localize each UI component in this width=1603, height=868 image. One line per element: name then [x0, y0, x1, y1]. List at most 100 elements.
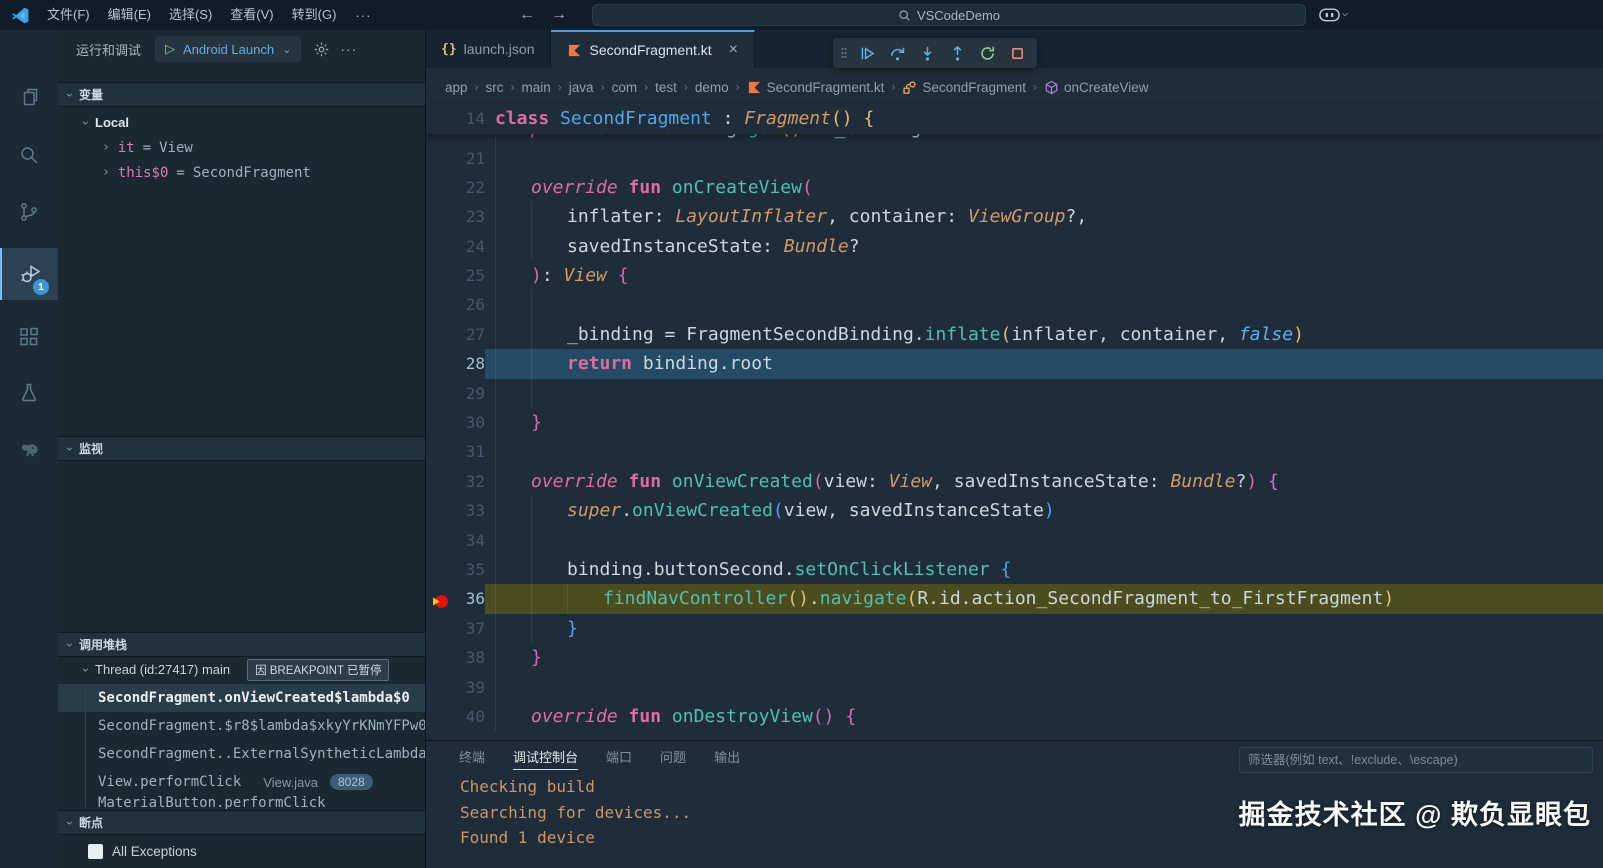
menu-more-button[interactable]: ··· — [345, 8, 381, 23]
console-filter-input[interactable] — [1239, 747, 1593, 773]
watch-section-header[interactable]: › 监视 — [58, 436, 425, 461]
code-line: private val binding get() = _binding!! — [425, 134, 1603, 143]
breadcrumb-item-src[interactable]: src — [486, 80, 504, 95]
panel-tab-端口[interactable]: 端口 — [606, 747, 632, 769]
tab-launch-json[interactable]: {} launch.json — [425, 30, 552, 68]
command-center-search[interactable]: VSCodeDemo — [592, 4, 1306, 26]
debug-restart-button[interactable] — [975, 40, 1000, 66]
menu-item-3[interactable]: 查看(V) — [221, 0, 282, 30]
copilot-button[interactable]: › — [1318, 5, 1354, 23]
line-number: 38 — [465, 648, 485, 668]
breadcrumb-item-app[interactable]: app — [445, 80, 468, 95]
line-content: ): View { — [485, 261, 1603, 291]
breadcrumb-item-oncreateview[interactable]: onCreateView — [1044, 80, 1149, 95]
class-icon — [902, 80, 917, 95]
panel-tab-输出[interactable]: 输出 — [714, 747, 740, 769]
variables-section-header[interactable]: › 变量 — [58, 82, 425, 107]
titlebar: 文件(F) 编辑(E) 选择(S) 查看(V) 转到(G) ··· ← → VSCode… — [0, 0, 1603, 30]
checkbox-unchecked[interactable] — [88, 843, 103, 859]
start-debug-icon[interactable]: ▷ — [165, 41, 175, 57]
gear-icon[interactable] — [313, 41, 330, 58]
breadcrumb-item-secondfragment-kt[interactable]: SecondFragment.kt — [747, 80, 884, 95]
line-content: savedInstanceState: Bundle? — [485, 231, 1603, 262]
line-number: 31 — [465, 442, 485, 462]
breadcrumb-item-com[interactable]: com — [612, 80, 638, 95]
chevron-down-icon: ⌄ — [282, 43, 292, 56]
indent-guide — [531, 202, 532, 232]
line-number: 24 — [465, 236, 485, 256]
search-sidebar-icon[interactable] — [0, 131, 58, 179]
breadcrumb-item-test[interactable]: test — [655, 80, 677, 95]
launch-config-label: Android Launch — [183, 41, 275, 57]
stack-frame[interactable]: View.performClick View.java 8028 — [58, 768, 425, 796]
watch-title: 监视 — [79, 442, 104, 456]
menu-item-4[interactable]: 转到(G) — [283, 0, 346, 30]
tab-secondfragment-kt[interactable]: SecondFragment.kt × — [551, 30, 755, 68]
panel-tab-终端[interactable]: 终端 — [459, 747, 485, 769]
stack-frame[interactable]: SecondFragment.onViewCreated$lambda$0 — [58, 684, 425, 712]
line-content: override fun onCreateView( — [485, 172, 1603, 203]
line-number: 39 — [465, 677, 485, 697]
indent-guide — [495, 143, 496, 173]
close-icon[interactable]: × — [729, 41, 738, 59]
indent-guide — [495, 202, 496, 232]
debug-step-out-button[interactable] — [945, 40, 970, 66]
line-content — [485, 143, 1603, 173]
breadcrumb-item-main[interactable]: main — [522, 80, 551, 95]
source-control-icon[interactable] — [0, 188, 58, 236]
bottom-panel: 终端 调试控制台 端口 问题 输出 Checking build Searching fo… — [425, 740, 1603, 868]
debug-sidebar: 运行和调试 ▷ Android Launch ⌄ ··· › 变量 › Loca… — [58, 30, 426, 868]
line-content — [485, 378, 1603, 409]
launch-config-select[interactable]: ▷ Android Launch ⌄ — [155, 36, 302, 62]
thread-label: Thread (id:27417) main — [95, 662, 231, 677]
breakpoints-section-header[interactable]: › 断点 — [58, 810, 425, 835]
frame-label: MaterialButton.performClick — [98, 796, 326, 809]
panel-tab-问题[interactable]: 问题 — [660, 747, 686, 769]
drag-grip-icon[interactable] — [840, 45, 848, 61]
chevron-right-icon: › — [891, 80, 896, 94]
extensions-icon[interactable] — [0, 313, 58, 361]
frame-line-badge: 8028 — [329, 774, 373, 790]
variable-row[interactable]: › it = View — [58, 135, 425, 160]
breadcrumb-label: app — [445, 79, 468, 95]
breadcrumb-item-demo[interactable]: demo — [695, 80, 729, 95]
variable-row[interactable]: › this$0 = SecondFragment — [58, 160, 425, 185]
sidebar-more-button[interactable]: ··· — [340, 41, 357, 57]
stack-frame[interactable]: SecondFragment..ExternalSyntheticLambda0 — [58, 740, 425, 768]
indent-guide — [495, 349, 496, 379]
debug-step-over-button[interactable] — [885, 40, 910, 66]
line-number: 32 — [465, 471, 485, 491]
callstack-section-header[interactable]: › 调用堆栈 — [58, 632, 425, 657]
stack-frame[interactable]: MaterialButton.performClick — [58, 796, 425, 809]
variables-scope-local[interactable]: › Local — [58, 110, 425, 135]
variable-value: View — [159, 139, 193, 156]
menu-item-0[interactable]: 文件(F) — [38, 0, 99, 30]
test-beaker-icon[interactable] — [0, 369, 58, 417]
breadcrumb-item-java[interactable]: java — [569, 80, 594, 95]
breadcrumb-label: src — [485, 79, 504, 95]
line-content: class SecondFragment : Fragment() { — [495, 108, 875, 129]
chevron-right-icon: › — [644, 80, 649, 94]
debug-continue-button[interactable] — [855, 40, 880, 66]
debug-stop-button[interactable] — [1005, 40, 1030, 66]
chevron-right-icon: › — [510, 80, 515, 94]
history-back-button[interactable]: ← — [519, 6, 535, 24]
vscode-window: 文件(F) 编辑(E) 选择(S) 查看(V) 转到(G) ··· ← → VSCode… — [0, 0, 1603, 868]
explorer-icon[interactable] — [0, 73, 58, 121]
frame-file: View.java — [263, 774, 318, 790]
menu-item-1[interactable]: 编辑(E) — [99, 0, 160, 30]
history-forward-button[interactable]: → — [551, 6, 567, 24]
code-line-22: 22 override fun onCreateView( — [425, 172, 1603, 203]
breakpoint-all-exceptions[interactable]: All Exceptions — [58, 836, 425, 866]
run-debug-icon[interactable]: 1 — [0, 248, 58, 300]
debug-step-into-button[interactable] — [915, 40, 940, 66]
code-line-32: 32 override fun onViewCreated(view: View,… — [425, 466, 1603, 497]
stack-frame[interactable]: SecondFragment.$r8$lambda$xkyYrKNmYFPw0 — [58, 712, 425, 740]
panel-tab-调试控制台[interactable]: 调试控制台 — [513, 747, 579, 770]
breadcrumb: app › src › main › java › com › test › demo › SecondFr… — [445, 74, 1603, 100]
breadcrumb-item-secondfragment[interactable]: SecondFragment — [902, 80, 1026, 95]
thread-row[interactable]: › Thread (id:27417) main 因 BREAKPOINT 已暂… — [58, 656, 425, 683]
indent-guide — [531, 584, 532, 614]
gradle-icon[interactable] — [0, 424, 58, 472]
menu-item-2[interactable]: 选择(S) — [160, 0, 221, 30]
